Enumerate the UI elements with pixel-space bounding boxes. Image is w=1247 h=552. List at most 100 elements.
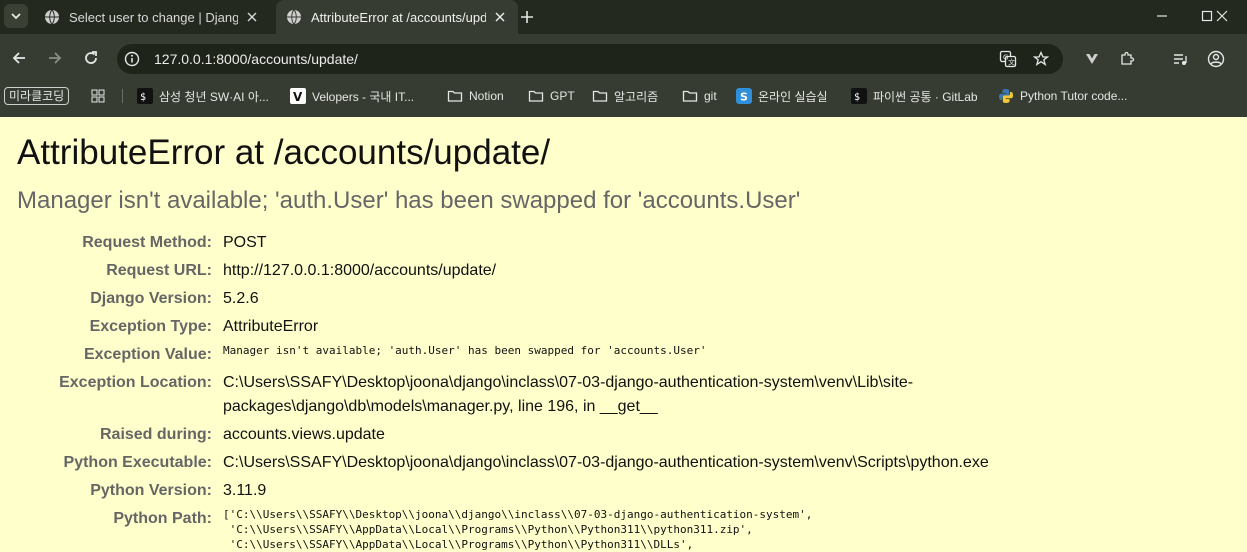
terminal-icon: $ [851, 88, 867, 104]
browser-chrome: Select user to change | Django Attribute… [0, 0, 1247, 117]
error-subtitle: Manager isn't available; 'auth.User' has… [17, 187, 801, 214]
bookmark-folder-git[interactable]: git [682, 86, 717, 106]
tab-title: AttributeError at /accounts/update [311, 9, 486, 25]
extensions-button[interactable] [1116, 48, 1138, 70]
bookmark-divider [122, 89, 123, 103]
site-info-button[interactable] [120, 48, 144, 70]
playlist-icon [1174, 54, 1187, 65]
s-icon: S [736, 88, 752, 104]
bookmark-label: git [704, 89, 717, 103]
python-path-line: 'C:\\Users\\SSAFY\\AppData\\Local\\Progr… [223, 538, 694, 551]
bookmark-label: 알고리즘 [614, 89, 659, 104]
bookmark-label: Notion [469, 89, 504, 103]
grid-icon [90, 88, 106, 104]
bookmark-label: 온라인 실습실 [758, 89, 828, 104]
meta-label: Python Version: [90, 482, 212, 499]
globe-icon [45, 9, 59, 25]
bookmark-label: GPT [550, 89, 575, 103]
folder-icon [528, 88, 544, 104]
globe-icon [287, 9, 301, 25]
svg-text:$: $ [854, 92, 860, 103]
bookmark-label: 미라클코딩 [4, 87, 70, 105]
svg-text:$: $ [140, 92, 146, 103]
velopers-icon: V [290, 88, 306, 104]
account-circle-icon [1207, 50, 1225, 68]
python-icon [998, 88, 1014, 104]
bookmark-label: 삼성 청년 SW·AI 아... [159, 89, 269, 104]
meta-label: Exception Value: [83, 346, 212, 363]
error-title: AttributeError at /accounts/update/ [17, 133, 551, 172]
meta-label: Raised during: [99, 426, 212, 443]
back-button[interactable] [7, 46, 31, 70]
close-window-button[interactable] [1197, 0, 1247, 32]
new-tab-button[interactable] [516, 6, 538, 28]
puzzle-icon [1121, 51, 1135, 65]
minimize-icon [1157, 15, 1167, 17]
meta-label: Request Method: [82, 234, 212, 251]
v-extension-icon [1086, 54, 1098, 64]
svg-text:V: V [293, 90, 303, 104]
meta-value: C:\Users\SSAFY\Desktop\joona\django\incl… [223, 454, 989, 471]
tab-title: Select user to change | Django [69, 9, 238, 25]
url-text[interactable]: 127.0.0.1:8000/accounts/update/ [154, 51, 358, 67]
meta-value: 5.2.6 [223, 290, 259, 307]
meta-label: Django Version: [90, 290, 212, 307]
bookmark-folder-gpt[interactable]: GPT [528, 86, 575, 106]
reload-icon [85, 51, 97, 64]
bookmark-samsung[interactable]: $ 삼성 청년 SW·AI 아... [137, 86, 269, 106]
page-content: AttributeError at /accounts/update/ Mana… [0, 117, 1247, 551]
minimize-button[interactable] [1137, 0, 1187, 32]
bookmark-miracle-coding[interactable]: 미라클코딩 [4, 86, 70, 106]
forward-button[interactable] [43, 46, 67, 70]
bookmark-gitlab[interactable]: $ 파이썬 공통 · GitLab [851, 86, 978, 106]
tab-select-user[interactable]: Select user to change | Django [34, 0, 270, 34]
info-icon [124, 51, 140, 67]
profile-button[interactable] [1205, 48, 1227, 70]
meta-value: Manager isn't available; 'auth.User' has… [223, 344, 707, 357]
close-icon[interactable] [492, 9, 508, 25]
star-icon [1033, 51, 1049, 67]
python-path-line: ['C:\\Users\\SSAFY\\Desktop\\joona\\djan… [223, 508, 813, 521]
plus-icon [521, 11, 533, 23]
folder-icon [447, 88, 463, 104]
meta-value: http://127.0.0.1:8000/accounts/update/ [223, 262, 497, 279]
close-icon[interactable] [244, 9, 260, 25]
arrow-left-icon [12, 52, 25, 64]
vivaldi-extension-button[interactable] [1081, 48, 1103, 70]
meta-label: Python Executable: [63, 454, 212, 471]
terminal-icon: $ [137, 88, 153, 104]
svg-text:文: 文 [1008, 58, 1015, 67]
meta-label: Request URL: [106, 262, 212, 279]
tab-search-button[interactable] [4, 4, 28, 28]
meta-value: accounts.views.update [223, 426, 385, 443]
bookmark-folder-algorithm[interactable]: 알고리즘 [592, 86, 658, 106]
meta-value: C:\Users\SSAFY\Desktop\joona\django\incl… [223, 374, 914, 415]
chevron-down-icon [11, 13, 21, 20]
tab-attribute-error[interactable]: AttributeError at /accounts/update [276, 0, 518, 34]
folder-icon [682, 88, 698, 104]
meta-value: 3.11.9 [223, 482, 267, 499]
apps-button[interactable] [90, 86, 112, 106]
bookmark-python-tutor[interactable]: Python Tutor code... [998, 86, 1127, 106]
folder-icon [592, 88, 608, 104]
meta-label: Exception Location: [59, 374, 212, 391]
meta-value: AttributeError [223, 318, 319, 335]
bookmark-star-button[interactable] [1030, 48, 1052, 70]
close-icon [1216, 10, 1228, 22]
bookmark-velopers[interactable]: V Velopers - 국내 IT... [290, 86, 414, 106]
translate-button[interactable]: G文 [997, 48, 1019, 70]
meta-label: Python Path: [113, 510, 212, 527]
reading-list-button[interactable] [1169, 48, 1191, 70]
arrow-right-icon [49, 52, 62, 64]
bookmark-label: Velopers - 국내 IT... [312, 89, 415, 104]
python-path-line: 'C:\\Users\\SSAFY\\AppData\\Local\\Progr… [223, 523, 753, 536]
reload-button[interactable] [79, 46, 103, 70]
tab-strip: Select user to change | Django Attribute… [0, 0, 1247, 34]
bookmark-online-lab[interactable]: S 온라인 실습실 [736, 86, 828, 106]
bookmark-label: Python Tutor code... [1020, 89, 1128, 103]
meta-label: Exception Type: [89, 318, 212, 335]
translate-icon: G文 [999, 50, 1017, 68]
bookmark-label: 파이썬 공통 · GitLab [873, 89, 978, 104]
meta-value: POST [223, 234, 267, 251]
bookmark-folder-notion[interactable]: Notion [447, 86, 504, 106]
